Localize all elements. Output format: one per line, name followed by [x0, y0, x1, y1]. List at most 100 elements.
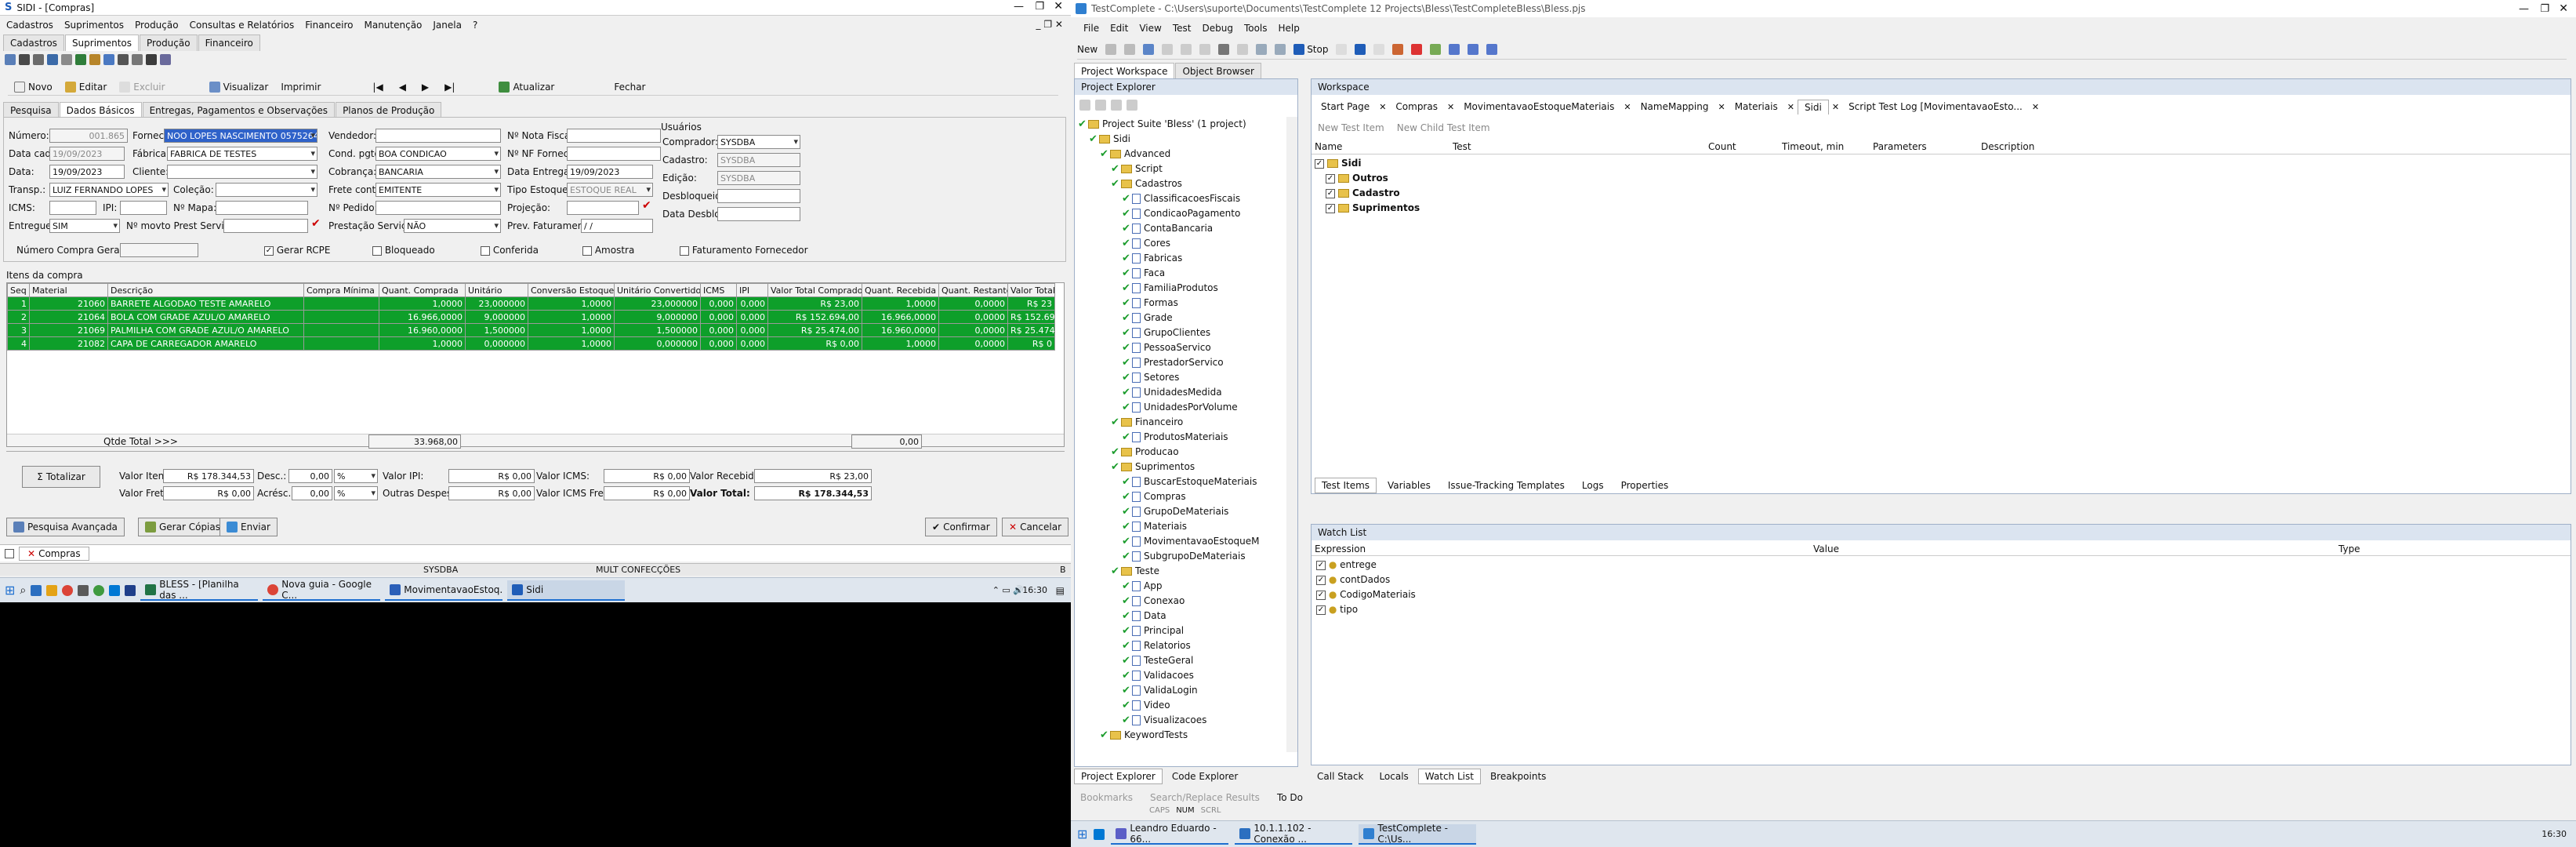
- atualizar-button[interactable]: Atualizar: [492, 78, 561, 95]
- save-icon[interactable]: [1124, 43, 1136, 55]
- close-icon[interactable]: ✕: [1379, 102, 1386, 112]
- tree-node[interactable]: ✔ PessoaServico: [1078, 340, 1290, 355]
- novo-button[interactable]: Novo: [8, 78, 59, 95]
- nmovto-field[interactable]: [223, 219, 308, 233]
- close-icon[interactable]: ✕: [27, 548, 35, 559]
- col-description[interactable]: Description: [1981, 141, 2034, 152]
- open-icon[interactable]: [1105, 43, 1117, 55]
- check-icon[interactable]: ✔: [311, 217, 321, 230]
- cancelar-button[interactable]: ✕ Cancelar: [1002, 518, 1069, 536]
- amostra-checkbox[interactable]: Amostra: [582, 245, 634, 256]
- projecao-field[interactable]: [567, 201, 639, 215]
- tree-node[interactable]: ✔ Project Suite 'Bless' (1 project): [1078, 117, 1290, 132]
- frete-conta-select[interactable]: EMITENTE: [376, 183, 501, 197]
- desc-field[interactable]: 0,00: [288, 469, 332, 483]
- prev-fat-field[interactable]: / /: [581, 219, 653, 233]
- totalizar-button[interactable]: Σ Totalizar: [22, 466, 100, 488]
- tab-call-stack[interactable]: Call Stack: [1311, 769, 1370, 783]
- tree-node[interactable]: ✔ Grade: [1078, 311, 1290, 325]
- tab-locals[interactable]: Locals: [1373, 769, 1414, 783]
- tree-node[interactable]: ✔ FamiliaProdutos: [1078, 281, 1290, 296]
- conferida-checkbox[interactable]: Conferida: [481, 245, 539, 256]
- col-type[interactable]: Type: [2338, 543, 2360, 554]
- tree-node[interactable]: ✔ ClassificacoesFiscais: [1078, 191, 1290, 206]
- undo-icon[interactable]: [1162, 43, 1174, 55]
- file-explorer-icon[interactable]: [46, 584, 58, 596]
- table-row[interactable]: 3 21069 PALMILHA COM GRADE AZUL/O AMARELO 1…: [7, 323, 1055, 337]
- tab-object-browser[interactable]: Object Browser: [1175, 63, 1261, 79]
- visualizar-button[interactable]: Visualizar: [203, 78, 275, 95]
- tree-node[interactable]: ✔ GrupoClientes: [1078, 325, 1290, 340]
- app-icon[interactable]: [78, 584, 89, 596]
- mdi-controls[interactable]: _ ❐ ✕: [1036, 19, 1063, 30]
- tool-icon[interactable]: [1095, 100, 1106, 111]
- tree-node[interactable]: ✔ Suprimentos: [1078, 460, 1290, 474]
- ws-tab-compras[interactable]: Compras: [1389, 100, 1444, 114]
- fornec-select[interactable]: NOO LOPES NASCIMENTO 05752641: [164, 129, 317, 143]
- table-row[interactable]: 4 21082 CAPA DE CARREGADOR AMARELO 1,0000 0,…: [7, 336, 1055, 351]
- cliente-select[interactable]: [167, 165, 317, 179]
- column-header[interactable]: Compra Mínima: [303, 283, 379, 297]
- checkbox-checked-icon[interactable]: ✓: [1316, 575, 1326, 585]
- shortcut-icon[interactable]: [132, 54, 143, 65]
- data-field[interactable]: 19/09/2023: [49, 165, 125, 179]
- tool-icon[interactable]: [1256, 43, 1268, 55]
- next-record-icon[interactable]: ▶: [422, 82, 429, 93]
- imprimir-button[interactable]: Imprimir: [274, 78, 327, 95]
- tab-todo[interactable]: To Do: [1271, 791, 1309, 805]
- checkbox-checked-icon[interactable]: ✓: [1316, 590, 1326, 600]
- prev-record-icon[interactable]: ◀: [399, 82, 406, 93]
- checkbox-checked-icon[interactable]: ✓: [1326, 203, 1335, 213]
- tree-node[interactable]: ✔ UnidadesPorVolume: [1078, 400, 1290, 415]
- close-icon[interactable]: ✕: [1718, 102, 1725, 112]
- tool-icon[interactable]: [1468, 43, 1479, 55]
- prestacao-select[interactable]: NÃO: [404, 219, 501, 233]
- tab-pesquisa[interactable]: Pesquisa: [3, 102, 59, 118]
- tree-node[interactable]: ✔ UnidadesMedida: [1078, 385, 1290, 400]
- column-header[interactable]: Descrição: [107, 283, 304, 297]
- fabrica-select[interactable]: FABRICA DE TESTES: [167, 147, 317, 161]
- close-icon[interactable]: ✕: [1832, 102, 1839, 112]
- tree-node[interactable]: ✔ Materiais: [1078, 519, 1290, 534]
- tab-logs[interactable]: Logs: [1576, 478, 1610, 493]
- tab-test-items[interactable]: Test Items: [1315, 478, 1377, 493]
- taskbar-item-movimentavao[interactable]: MovimentavaoEstoq...: [385, 580, 503, 601]
- column-header[interactable]: Quant. Comprada: [379, 283, 466, 297]
- shortcut-icon[interactable]: [103, 54, 114, 65]
- first-record-icon[interactable]: |◀: [372, 82, 383, 93]
- col-test[interactable]: Test: [1453, 141, 1471, 152]
- column-header[interactable]: Unitário: [465, 283, 528, 297]
- checkbox-checked-icon[interactable]: ✓: [1315, 158, 1324, 169]
- mdi-tab-compras[interactable]: ✕ Compras: [19, 546, 89, 561]
- test-item[interactable]: ✓ Outros: [1315, 171, 1628, 186]
- comprador-select[interactable]: SYSDBA: [717, 135, 800, 149]
- tree-node[interactable]: ✔ Teste: [1078, 564, 1290, 579]
- excluir-button[interactable]: Excluir: [113, 78, 171, 95]
- close-icon[interactable]: ✕: [2559, 2, 2568, 15]
- column-header[interactable]: ICMS: [700, 283, 737, 297]
- minimize-icon[interactable]: —: [2519, 3, 2529, 15]
- menu-suprimentos[interactable]: Suprimentos: [64, 20, 124, 31]
- shortcut-icon[interactable]: [19, 54, 30, 65]
- checkbox-icon[interactable]: [5, 548, 14, 558]
- tab-issue-tracking[interactable]: Issue-Tracking Templates: [1442, 478, 1571, 493]
- valor-frete-field[interactable]: R$ 0,00: [163, 486, 254, 500]
- gerar-copias-button[interactable]: Gerar Cópias: [138, 518, 227, 536]
- ribbon-tab-suprimentos[interactable]: Suprimentos: [64, 35, 140, 51]
- stop-button[interactable]: Stop: [1293, 43, 1328, 55]
- nf-fornec-field[interactable]: [567, 147, 661, 161]
- tool-icon[interactable]: [1218, 43, 1230, 55]
- breakpoint-icon[interactable]: [1411, 43, 1423, 55]
- task-view-icon[interactable]: [31, 584, 42, 596]
- new-test-item-button[interactable]: New Test Item: [1318, 122, 1384, 133]
- new-button[interactable]: New: [1077, 44, 1098, 55]
- checkbox-checked-icon[interactable]: ✓: [1326, 173, 1335, 184]
- vertical-scrollbar[interactable]: [1286, 117, 1297, 752]
- acresc-unit-select[interactable]: %: [334, 486, 378, 500]
- tab-project-workspace[interactable]: Project Workspace: [1074, 63, 1175, 79]
- check-icon[interactable]: ✔: [642, 199, 651, 212]
- col-expression[interactable]: Expression: [1315, 543, 1366, 554]
- app-icon[interactable]: [1094, 828, 1105, 840]
- shortcut-icon[interactable]: [75, 54, 86, 65]
- tab-entregas[interactable]: Entregas, Pagamentos e Observações: [142, 102, 336, 118]
